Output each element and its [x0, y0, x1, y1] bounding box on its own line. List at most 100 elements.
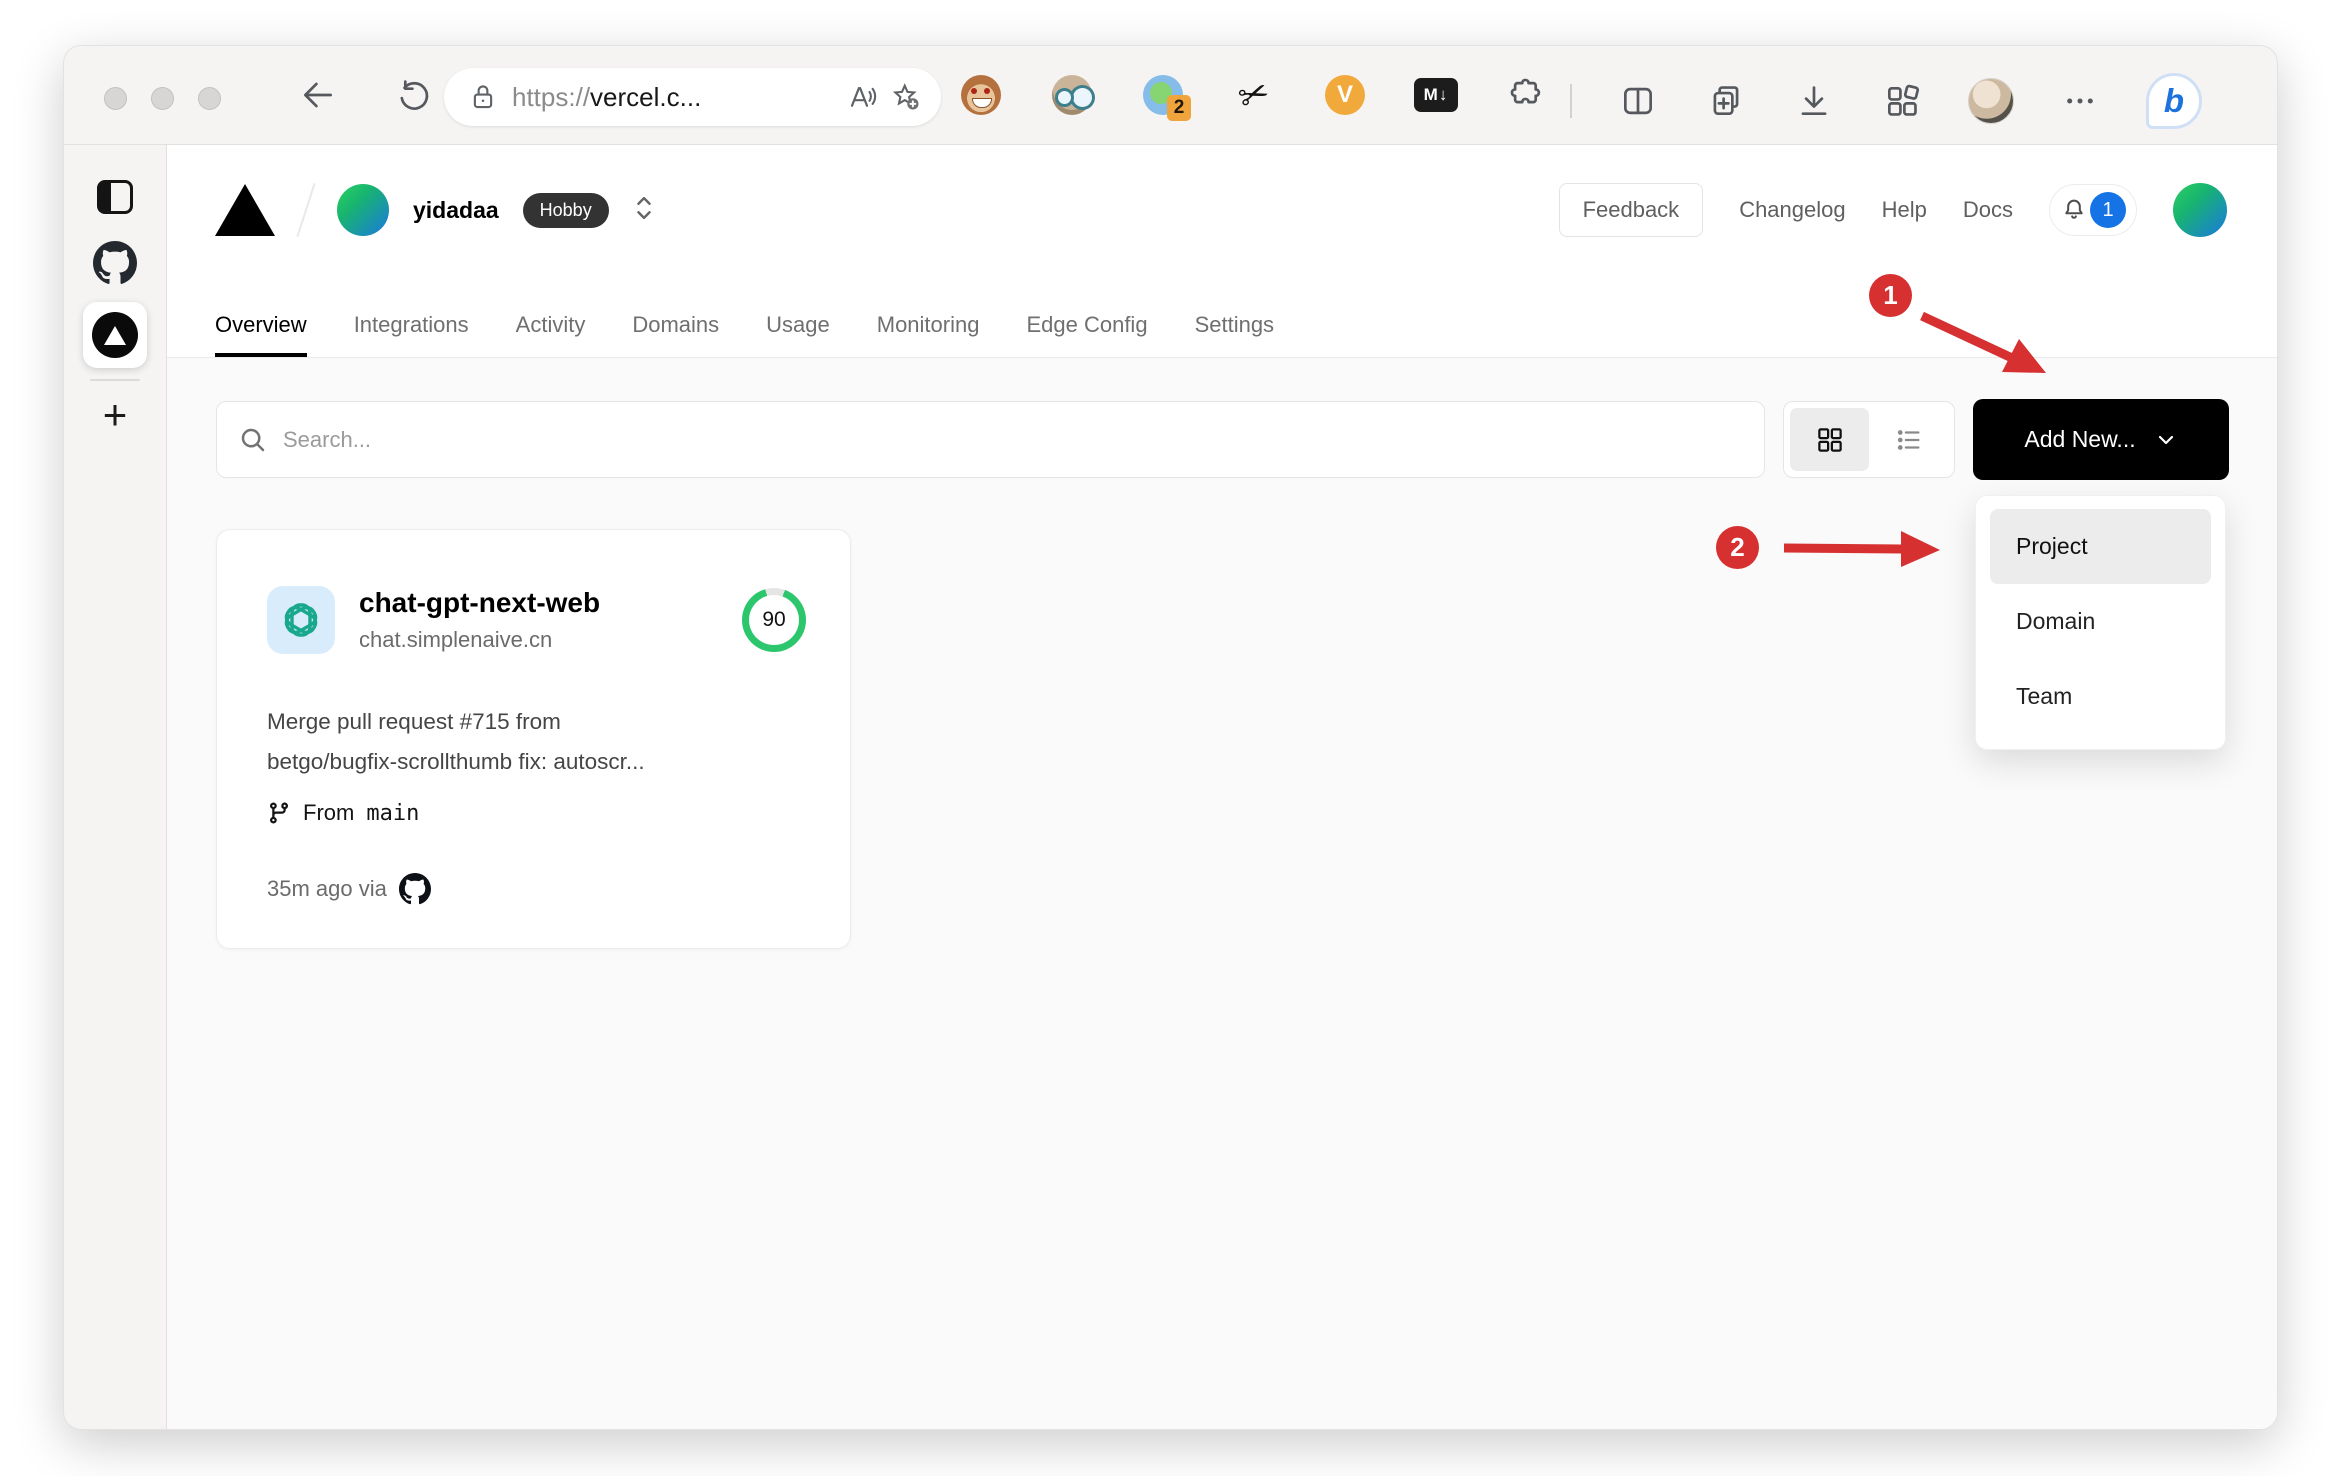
downloads-icon[interactable] — [1792, 79, 1836, 123]
tab-activity[interactable]: Activity — [516, 312, 586, 357]
lighthouse-score: 90 — [749, 595, 799, 645]
vercel-page: yidadaa Hobby Feedback Changelog Help Do… — [166, 145, 2277, 1429]
changelog-link[interactable]: Changelog — [1739, 197, 1845, 223]
tabstrip-divider — [90, 379, 140, 381]
tab-settings[interactable]: Settings — [1195, 312, 1275, 357]
browser-body: + yidadaa Hobby Feedback Changelog Help … — [64, 144, 2277, 1429]
commit-message[interactable]: Merge pull request #715 from betgo/bugfi… — [267, 702, 807, 782]
chevron-down-icon — [2158, 435, 2173, 444]
search-input[interactable] — [216, 401, 1765, 478]
feedback-button[interactable]: Feedback — [1558, 183, 1704, 237]
collections-icon[interactable] — [1704, 79, 1748, 123]
browser-actions: b — [1570, 73, 2202, 129]
team-name[interactable]: yidadaa — [413, 197, 499, 224]
browser-window: https://vercel.c... 2 ✂ V M↓ b + yidadaa… — [63, 45, 2278, 1430]
user-avatar[interactable] — [2173, 183, 2227, 237]
dropdown-item-domain[interactable]: Domain — [1990, 584, 2211, 659]
grid-view-icon — [1817, 427, 1842, 452]
header-right: Feedback Changelog Help Docs 1 — [1558, 175, 2227, 245]
close-window-button[interactable] — [104, 87, 127, 110]
grid-view-button[interactable] — [1790, 408, 1869, 471]
branch-name: main — [366, 800, 420, 826]
deploy-time: 35m ago via — [267, 876, 387, 901]
more-menu-icon[interactable] — [2058, 79, 2102, 123]
header-left: yidadaa Hobby — [215, 175, 655, 245]
read-aloud-icon[interactable] — [847, 82, 877, 112]
search-icon — [241, 428, 265, 452]
browser-nav-buttons — [296, 73, 436, 117]
dropdown-item-project[interactable]: Project — [1990, 509, 2211, 584]
breadcrumb-slash — [296, 183, 316, 237]
monkey-extension-icon[interactable] — [959, 73, 1003, 117]
workspaces-icon[interactable] — [1880, 79, 1924, 123]
tab-actions-menu-icon[interactable] — [93, 175, 137, 219]
vertical-tab-strip: + — [64, 145, 166, 1429]
split-screen-icon[interactable] — [1616, 79, 1660, 123]
tab-usage[interactable]: Usage — [766, 312, 830, 357]
add-new-dropdown: Project Domain Team — [1975, 495, 2226, 750]
project-card-head: chat-gpt-next-web chat.simplenaive.cn — [267, 586, 600, 654]
team-switcher-icon[interactable] — [633, 192, 655, 229]
tab-github-favicon[interactable] — [93, 241, 137, 285]
vercel-logo[interactable] — [215, 184, 275, 236]
team-avatar[interactable] — [337, 184, 389, 236]
help-link[interactable]: Help — [1882, 197, 1927, 223]
git-branch-icon — [269, 802, 288, 824]
browser-toolbar: https://vercel.c... 2 ✂ V M↓ b — [64, 46, 2277, 144]
notification-count: 1 — [2090, 192, 2126, 228]
scissors-extension-icon[interactable]: ✂ — [1226, 67, 1282, 123]
bing-chat-icon[interactable]: b — [2146, 73, 2202, 129]
list-view-icon — [1897, 429, 1919, 450]
traffic-lights — [104, 87, 221, 110]
vercel-favicon — [92, 312, 138, 358]
notifications-button[interactable]: 1 — [2049, 184, 2137, 236]
toolbar-divider — [1570, 84, 1572, 118]
docs-link[interactable]: Docs — [1963, 197, 2013, 223]
translate-badge: 2 — [1167, 95, 1191, 121]
extension-icons: 2 ✂ V M↓ — [959, 70, 1549, 121]
openai-logo-icon — [267, 586, 335, 654]
github-icon — [398, 873, 431, 905]
zoom-window-button[interactable] — [198, 87, 221, 110]
browser-profile-avatar[interactable] — [1968, 78, 2014, 124]
project-domain[interactable]: chat.simplenaive.cn — [359, 627, 600, 653]
tab-overview[interactable]: Overview — [215, 312, 307, 357]
refresh-icon[interactable] — [392, 73, 436, 117]
extensions-puzzle-icon[interactable] — [1505, 73, 1549, 117]
favorite-star-icon[interactable] — [891, 82, 921, 112]
address-bar[interactable]: https://vercel.c... — [444, 68, 941, 126]
minimize-window-button[interactable] — [151, 87, 174, 110]
dashboard-content: Add New... chat-gpt-next-web chat.simple… — [167, 358, 2277, 1429]
url-scheme: https:// — [512, 81, 591, 112]
project-names: chat-gpt-next-web chat.simplenaive.cn — [359, 587, 600, 653]
new-tab-icon[interactable]: + — [93, 391, 137, 438]
translate-extension-icon[interactable]: 2 — [1141, 73, 1191, 121]
branch-prefix: From — [303, 800, 355, 825]
tab-vercel-active[interactable] — [83, 302, 147, 368]
tab-monitoring[interactable]: Monitoring — [877, 312, 980, 357]
annotation-step-1: 1 — [1869, 274, 1912, 317]
view-toggle — [1783, 401, 1955, 478]
screen: https://vercel.c... 2 ✂ V M↓ b + yidadaa… — [0, 0, 2342, 1476]
person-extension-icon[interactable] — [1050, 73, 1094, 117]
list-view-button[interactable] — [1869, 408, 1948, 471]
url-host: vercel.c... — [590, 81, 702, 112]
v-extension-icon[interactable]: V — [1323, 73, 1367, 117]
add-new-button[interactable]: Add New... — [1973, 399, 2229, 480]
commit-line-2: betgo/bugfix-scrollthumb fix: autoscr... — [267, 749, 645, 774]
deploy-time-row: 35m ago via — [267, 873, 431, 905]
search-container — [216, 401, 1765, 478]
add-new-label: Add New... — [2024, 426, 2136, 452]
dropdown-item-team[interactable]: Team — [1990, 659, 2211, 734]
url-text: https://vercel.c... — [512, 82, 833, 113]
tab-edge-config[interactable]: Edge Config — [1026, 312, 1147, 357]
tab-integrations[interactable]: Integrations — [354, 312, 469, 357]
project-name[interactable]: chat-gpt-next-web — [359, 587, 600, 619]
project-card[interactable]: chat-gpt-next-web chat.simplenaive.cn 90… — [216, 529, 851, 949]
vercel-header: yidadaa Hobby Feedback Changelog Help Do… — [167, 145, 2277, 358]
markdown-extension-icon[interactable]: M↓ — [1414, 73, 1458, 117]
tab-domains[interactable]: Domains — [632, 312, 719, 357]
lighthouse-score-ring[interactable]: 90 — [742, 588, 806, 652]
annotation-step-2: 2 — [1716, 526, 1759, 569]
back-icon[interactable] — [296, 73, 340, 117]
